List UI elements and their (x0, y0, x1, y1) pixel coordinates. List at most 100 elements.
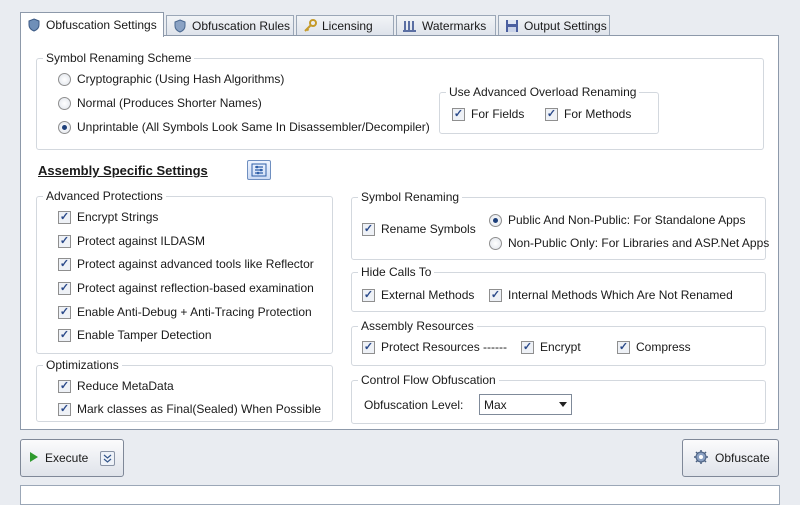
group-title: Use Advanced Overload Renaming (446, 85, 640, 99)
hide-calls-group: Hide Calls To ✓ External Methods ✓ Inter… (351, 265, 766, 312)
checkbox-label: Internal Methods Which Are Not Renamed (508, 288, 733, 302)
resources-compress[interactable]: ✓ Compress (617, 340, 691, 354)
checkbox[interactable]: ✓ (58, 328, 71, 342)
protection-anti-debug[interactable]: ✓ Enable Anti-Debug + Anti-Tracing Prote… (58, 305, 312, 319)
checkbox[interactable]: ✓ (58, 379, 71, 393)
tab-label: Watermarks (422, 19, 487, 33)
control-flow-group: Control Flow Obfuscation Obfuscation Lev… (351, 373, 766, 424)
play-icon (29, 451, 39, 465)
tab-label: Obfuscation Rules (192, 19, 291, 33)
optimization-mark-sealed[interactable]: ✓ Mark classes as Final(Sealed) When Pos… (58, 402, 321, 416)
resources-encrypt[interactable]: ✓ Encrypt (521, 340, 581, 354)
checkbox[interactable]: ✓ (58, 305, 71, 319)
checkbox-label: Protect against reflection-based examina… (77, 281, 314, 295)
expand-icon[interactable] (100, 450, 116, 466)
protection-ildasm[interactable]: ✓ Protect against ILDASM (58, 234, 205, 248)
chevron-down-icon (559, 402, 567, 407)
obfuscate-label: Obfuscate (715, 451, 770, 465)
tab-label: Licensing (322, 19, 373, 33)
obfuscation-level-select[interactable]: Max (479, 394, 572, 415)
select-value: Max (484, 397, 507, 412)
protection-encrypt-strings[interactable]: ✓ Encrypt Strings (58, 210, 158, 224)
protection-reflector[interactable]: ✓ Protect against advanced tools like Re… (58, 257, 314, 271)
obfuscation-level-label: Obfuscation Level: (364, 398, 464, 412)
checkbox-label: Enable Tamper Detection (77, 328, 212, 342)
checkbox-label: External Methods (381, 288, 475, 302)
checkbox[interactable]: ✓ (58, 234, 71, 248)
log-output-area (20, 485, 780, 505)
option-label: Public And Non-Public: For Standalone Ap… (508, 213, 746, 227)
checkbox-label: Protect Resources ------ (381, 340, 508, 354)
checkbox[interactable]: ✓ (362, 288, 375, 302)
tab-obfuscation-settings[interactable]: Obfuscation Settings (20, 12, 164, 37)
checkbox-label: For Methods (564, 107, 632, 121)
scheme-option-cryptographic[interactable]: Cryptographic (Using Hash Algorithms) (58, 72, 284, 86)
optimization-reduce-metadata[interactable]: ✓ Reduce MetaData (58, 379, 174, 393)
tab-label: Obfuscation Settings (46, 18, 157, 32)
checkbox[interactable]: ✓ (452, 107, 465, 121)
assembly-settings-icon[interactable] (247, 160, 271, 180)
hide-calls-external[interactable]: ✓ External Methods (362, 288, 474, 302)
checkbox-label: Rename Symbols (381, 222, 476, 236)
scheme-option-unprintable[interactable]: Unprintable (All Symbols Look Same In Di… (58, 120, 430, 134)
execute-button[interactable]: Execute (20, 439, 124, 477)
checkbox-label: Protect against ILDASM (77, 234, 206, 248)
obfuscation-settings-panel: Symbol Renaming Scheme Cryptographic (Us… (20, 35, 779, 430)
tab-output-settings[interactable]: Output Settings (498, 15, 610, 36)
group-title: Symbol Renaming Scheme (43, 51, 195, 65)
option-label: Unprintable (All Symbols Look Same In Di… (77, 120, 430, 134)
checkbox-label: Mark classes as Final(Sealed) When Possi… (77, 402, 322, 416)
group-title: Control Flow Obfuscation (358, 373, 499, 387)
option-label: Cryptographic (Using Hash Algorithms) (77, 72, 285, 86)
save-icon (505, 19, 519, 33)
group-title: Advanced Protections (43, 189, 166, 203)
checkbox-label: Encrypt Strings (77, 210, 159, 224)
symbol-renaming-scheme-group: Symbol Renaming Scheme Cryptographic (Us… (36, 51, 764, 150)
group-title: Assembly Resources (358, 319, 477, 333)
tab-obfuscation-rules[interactable]: Obfuscation Rules (166, 15, 294, 36)
checkbox-label: Encrypt (540, 340, 581, 354)
checkbox[interactable]: ✓ (58, 257, 71, 271)
assembly-settings-title: Assembly Specific Settings (38, 163, 208, 178)
checkbox[interactable]: ✓ (58, 402, 71, 416)
checkbox-label: For Fields (471, 107, 525, 121)
option-label: Non-Public Only: For Libraries and ASP.N… (508, 236, 770, 250)
checkbox[interactable]: ✓ (58, 210, 71, 224)
overload-renaming-group: Use Advanced Overload Renaming ✓ For Fie… (439, 85, 659, 134)
protection-tamper-detection[interactable]: ✓ Enable Tamper Detection (58, 328, 212, 342)
radio-button[interactable] (489, 236, 502, 250)
hide-calls-internal[interactable]: ✓ Internal Methods Which Are Not Renamed (489, 288, 733, 302)
checkbox-label: Reduce MetaData (77, 379, 174, 393)
tab-label: Output Settings (524, 19, 607, 33)
rules-icon (173, 19, 187, 33)
checkbox[interactable]: ✓ (545, 107, 558, 121)
key-icon (303, 19, 317, 33)
resources-protect[interactable]: ✓ Protect Resources ------ (362, 340, 507, 354)
checkbox[interactable]: ✓ (362, 222, 375, 236)
checkbox[interactable]: ✓ (617, 340, 630, 354)
overload-for-methods[interactable]: ✓ For Methods (545, 107, 631, 121)
radio-button[interactable] (58, 96, 71, 110)
checkbox[interactable]: ✓ (362, 340, 375, 354)
watermark-icon (403, 19, 417, 33)
checkbox[interactable]: ✓ (489, 288, 502, 302)
tab-licensing[interactable]: Licensing (296, 15, 394, 36)
checkbox-label: Compress (636, 340, 691, 354)
symbol-renaming-group: Symbol Renaming ✓ Rename Symbols Public … (351, 190, 769, 260)
checkbox[interactable]: ✓ (521, 340, 534, 354)
overload-for-fields[interactable]: ✓ For Fields (452, 107, 524, 121)
obfuscate-button[interactable]: Obfuscate (682, 439, 779, 477)
optimizations-group: Optimizations ✓ Reduce MetaData ✓ Mark c… (36, 358, 333, 422)
radio-button[interactable] (58, 72, 71, 86)
tab-watermarks[interactable]: Watermarks (396, 15, 496, 36)
radio-button[interactable] (58, 120, 71, 134)
renaming-option-non-public-only[interactable]: Non-Public Only: For Libraries and ASP.N… (489, 236, 769, 250)
radio-button[interactable] (489, 213, 502, 227)
rename-symbols-checkbox[interactable]: ✓ Rename Symbols (362, 222, 476, 236)
protection-reflection[interactable]: ✓ Protect against reflection-based exami… (58, 281, 314, 295)
scheme-option-normal[interactable]: Normal (Produces Shorter Names) (58, 96, 262, 110)
option-label: Normal (Produces Shorter Names) (77, 96, 262, 110)
renaming-option-public-non-public[interactable]: Public And Non-Public: For Standalone Ap… (489, 213, 745, 227)
checkbox[interactable]: ✓ (58, 281, 71, 295)
advanced-protections-group: Advanced Protections ✓ Encrypt Strings ✓… (36, 189, 333, 354)
